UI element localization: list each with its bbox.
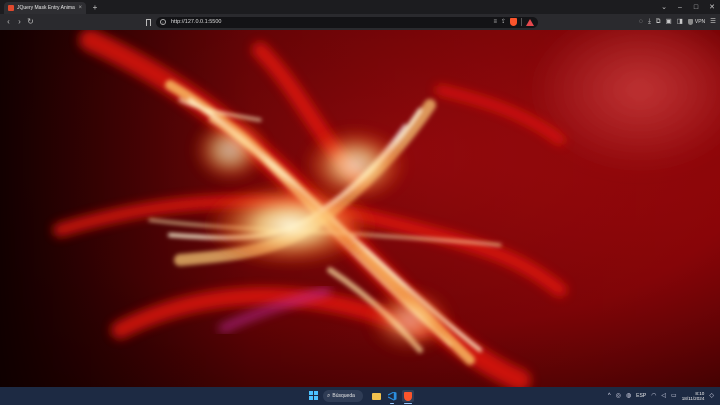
bookmark-button[interactable] bbox=[144, 15, 152, 29]
back-button[interactable]: ‹ bbox=[3, 15, 14, 29]
file-explorer-icon[interactable] bbox=[370, 390, 382, 402]
search-label: Búsqueda bbox=[332, 393, 355, 399]
clock-date: 18/11/2024 bbox=[681, 396, 705, 401]
system-tray: ^ ◎ ◍ ESP ◠ ◁ ▭ 8:10 18/11/2024 ◇ bbox=[608, 387, 714, 405]
menu-icon[interactable]: ☰ bbox=[710, 18, 716, 26]
tray-app-2-icon[interactable]: ◍ bbox=[626, 393, 631, 399]
wallet-icon[interactable]: ▣ bbox=[666, 18, 672, 26]
leo-icon[interactable]: ◌ bbox=[639, 18, 643, 26]
toolbar-divider bbox=[521, 18, 522, 26]
taskbar-search-box[interactable]: ⌕ Búsqueda bbox=[323, 390, 363, 402]
chevron-up-icon[interactable]: ^ bbox=[608, 393, 611, 399]
page-content bbox=[0, 30, 720, 387]
tab-search-dropdown-icon[interactable]: ⌄ bbox=[656, 0, 672, 14]
search-icon: ⌕ bbox=[327, 392, 331, 399]
brave-rewards-icon[interactable] bbox=[526, 18, 534, 26]
site-info-icon[interactable]: i bbox=[160, 19, 166, 25]
brave-browser-icon[interactable] bbox=[402, 390, 414, 402]
browser-tab-bar: JQuery Mask Entry Animation × + ⌄ – □ ✕ bbox=[0, 0, 720, 14]
downloads-icon[interactable]: ⤓ bbox=[648, 18, 651, 26]
bookmark-icon bbox=[145, 18, 151, 26]
volume-icon[interactable]: ◁ bbox=[661, 393, 666, 399]
vscode-running-indicator bbox=[390, 403, 394, 404]
minimize-button[interactable]: – bbox=[672, 0, 688, 14]
address-bar[interactable]: i http://127.0.0.1:5500 ≡ ⇪ bbox=[156, 16, 538, 28]
vpn-icon bbox=[687, 19, 693, 25]
reader-mode-icon[interactable]: ≡ bbox=[493, 19, 497, 25]
extensions-icon[interactable]: ⧉ bbox=[656, 18, 661, 26]
url-text: http://127.0.0.1:5500 bbox=[171, 19, 222, 25]
maximize-button[interactable]: □ bbox=[688, 0, 704, 14]
window-controls: ⌄ – □ ✕ bbox=[656, 0, 720, 14]
tab-favicon-icon bbox=[8, 5, 14, 11]
vscode-icon[interactable] bbox=[386, 390, 398, 402]
windows-start-icon[interactable] bbox=[309, 391, 319, 401]
tab-title: JQuery Mask Entry Animation bbox=[17, 5, 75, 11]
vpn-label: VPN bbox=[694, 19, 706, 25]
close-window-button[interactable]: ✕ bbox=[704, 0, 720, 14]
wifi-icon[interactable]: ◠ bbox=[651, 393, 656, 399]
tab-close-icon[interactable]: × bbox=[78, 5, 82, 11]
share-icon[interactable]: ⇪ bbox=[501, 19, 506, 25]
tab-jquery-mask-entry-animation[interactable]: JQuery Mask Entry Animation × bbox=[4, 2, 86, 14]
tray-app-icon[interactable]: ◎ bbox=[616, 393, 621, 399]
toolbar-right-actions: ◌ ⤓ ⧉ ▣ ◨ VPN ☰ bbox=[639, 14, 716, 30]
brave-shield-icon[interactable] bbox=[510, 18, 517, 26]
notifications-icon[interactable]: ◇ bbox=[709, 393, 714, 399]
vpn-button[interactable]: VPN bbox=[687, 19, 706, 25]
browser-toolbar: ‹ › ↻ i http://127.0.0.1:5500 ≡ ⇪ ◌ ⤓ ⧉ … bbox=[0, 14, 720, 30]
new-tab-button[interactable]: + bbox=[89, 2, 101, 14]
input-language[interactable]: ESP bbox=[636, 393, 646, 399]
battery-icon[interactable]: ▭ bbox=[671, 393, 677, 399]
brave-active-indicator bbox=[404, 403, 412, 404]
light-streak-background-image bbox=[0, 30, 720, 387]
sidebar-icon[interactable]: ◨ bbox=[677, 18, 683, 26]
forward-button[interactable]: › bbox=[14, 15, 25, 29]
windows-taskbar: ⌕ Búsqueda ^ ◎ ◍ ESP ◠ ◁ ▭ 8:10 18/11/20… bbox=[0, 387, 720, 405]
address-bar-actions: ≡ ⇪ bbox=[493, 17, 534, 28]
system-clock[interactable]: 8:10 18/11/2024 bbox=[682, 391, 705, 401]
reload-button[interactable]: ↻ bbox=[25, 15, 36, 29]
